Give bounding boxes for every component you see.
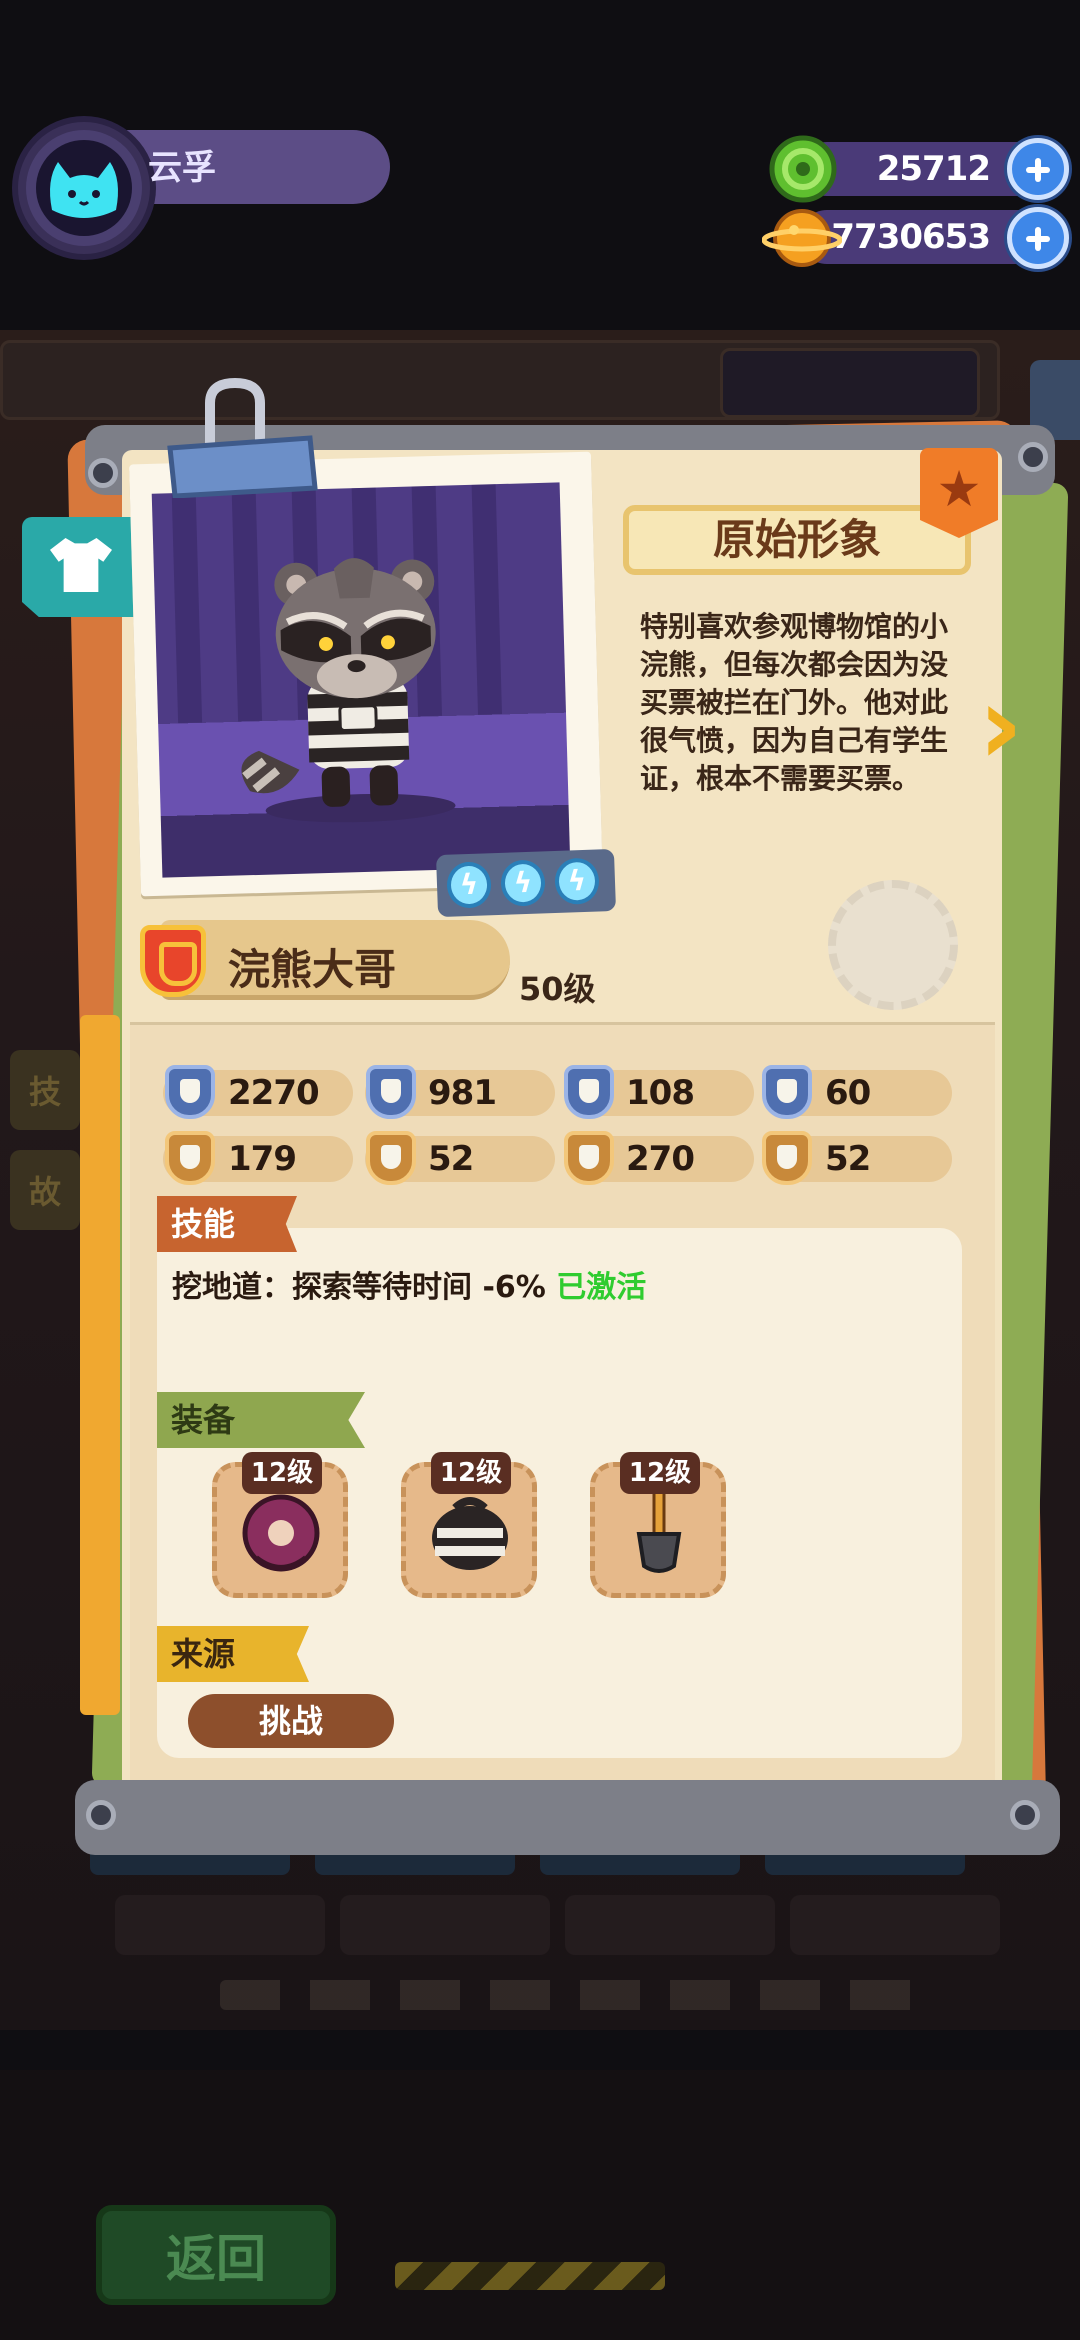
equipment-level-badge: 12级 — [620, 1452, 700, 1494]
equipment-level-badge: 12级 — [242, 1452, 322, 1494]
lightning-icon: ϟ — [554, 857, 600, 905]
character-name: 浣熊大哥 — [228, 945, 397, 994]
book-orange-strip — [80, 1015, 120, 1715]
bolt-icon — [86, 1800, 116, 1830]
equipment-level-badge: 12级 — [431, 1452, 511, 1494]
stat-value: 270 — [626, 1139, 695, 1179]
ring-donut-icon — [242, 1494, 320, 1572]
bolt-icon — [88, 458, 118, 488]
shovel-icon — [636, 1490, 682, 1573]
skill-status: 已激活 — [556, 1270, 647, 1305]
background-shelf — [720, 348, 980, 418]
skill-description: 挖地道：探索等待时间 -6% 已激活 — [172, 1262, 646, 1306]
stat-value: 179 — [228, 1139, 297, 1179]
leg-icon — [165, 1131, 215, 1185]
stat-value: 981 — [428, 1073, 497, 1113]
challenge-button[interactable]: 挑战 — [188, 1694, 394, 1748]
stat-value: 52 — [428, 1139, 474, 1179]
skill-text: 挖地道：探索等待时间 -6% — [172, 1270, 546, 1305]
background-hazard-stripe — [395, 2262, 665, 2290]
avatar[interactable] — [36, 140, 132, 236]
add-green-currency-button[interactable] — [1007, 138, 1069, 200]
stat-value: 60 — [825, 1073, 871, 1113]
source-section-tag: 来源 — [157, 1626, 309, 1682]
orange-planet-coin-icon — [762, 209, 842, 267]
skin-title: 原始形象 — [623, 505, 971, 575]
faction-emblem-icon — [828, 880, 958, 1010]
cat-avatar-icon — [50, 162, 118, 218]
character-portrait — [151, 482, 571, 878]
next-arrow-icon[interactable]: › — [978, 670, 1048, 780]
striped-bag-icon — [432, 1497, 508, 1570]
favorite-star-icon[interactable]: ★ — [920, 448, 998, 538]
bolt-icon — [1018, 442, 1048, 472]
rank-shield-icon — [140, 925, 206, 997]
sword-shield-icon — [366, 1065, 416, 1119]
defense-shield-icon — [564, 1065, 614, 1119]
background-side-tab: 故 — [10, 1150, 80, 1230]
character-level: 50级 — [519, 970, 596, 1008]
background-text-line — [220, 1980, 940, 2010]
bolt-icon — [1010, 1800, 1040, 1830]
stat-value: 108 — [626, 1073, 695, 1113]
equipment-section-tag: 装备 — [157, 1392, 365, 1448]
binder-clip-icon — [167, 378, 318, 498]
stat-value: 2270 — [228, 1073, 320, 1113]
stat-value: 52 — [825, 1139, 871, 1179]
brain-icon — [762, 1131, 812, 1185]
frame-bottom — [75, 1780, 1060, 1855]
lightning-icon: ϟ — [446, 861, 492, 909]
skill-section-tag: 技能 — [157, 1196, 297, 1252]
smile-icon — [366, 1131, 416, 1185]
speed-shield-icon — [762, 1065, 812, 1119]
currency-value: 25712 — [876, 149, 991, 189]
add-orange-currency-button[interactable] — [1007, 207, 1069, 269]
green-coin-icon — [769, 135, 837, 203]
raccoon-character-icon — [241, 558, 456, 823]
currency-value: 7730653 — [831, 217, 991, 257]
player-name: 云孚 — [148, 148, 216, 188]
lightning-icon: ϟ — [500, 859, 546, 907]
back-button[interactable]: 返回 — [96, 2205, 336, 2305]
star-rank-badge: ϟ ϟ ϟ — [435, 848, 617, 918]
character-description: 特别喜欢参观博物馆的小浣熊，但每次都会因为没买票被拦在门外。他对此很气愤，因为自… — [640, 610, 949, 795]
strength-arm-icon — [564, 1131, 614, 1185]
heart-shield-icon — [165, 1065, 215, 1119]
background-side-tab: 技 — [10, 1050, 80, 1130]
